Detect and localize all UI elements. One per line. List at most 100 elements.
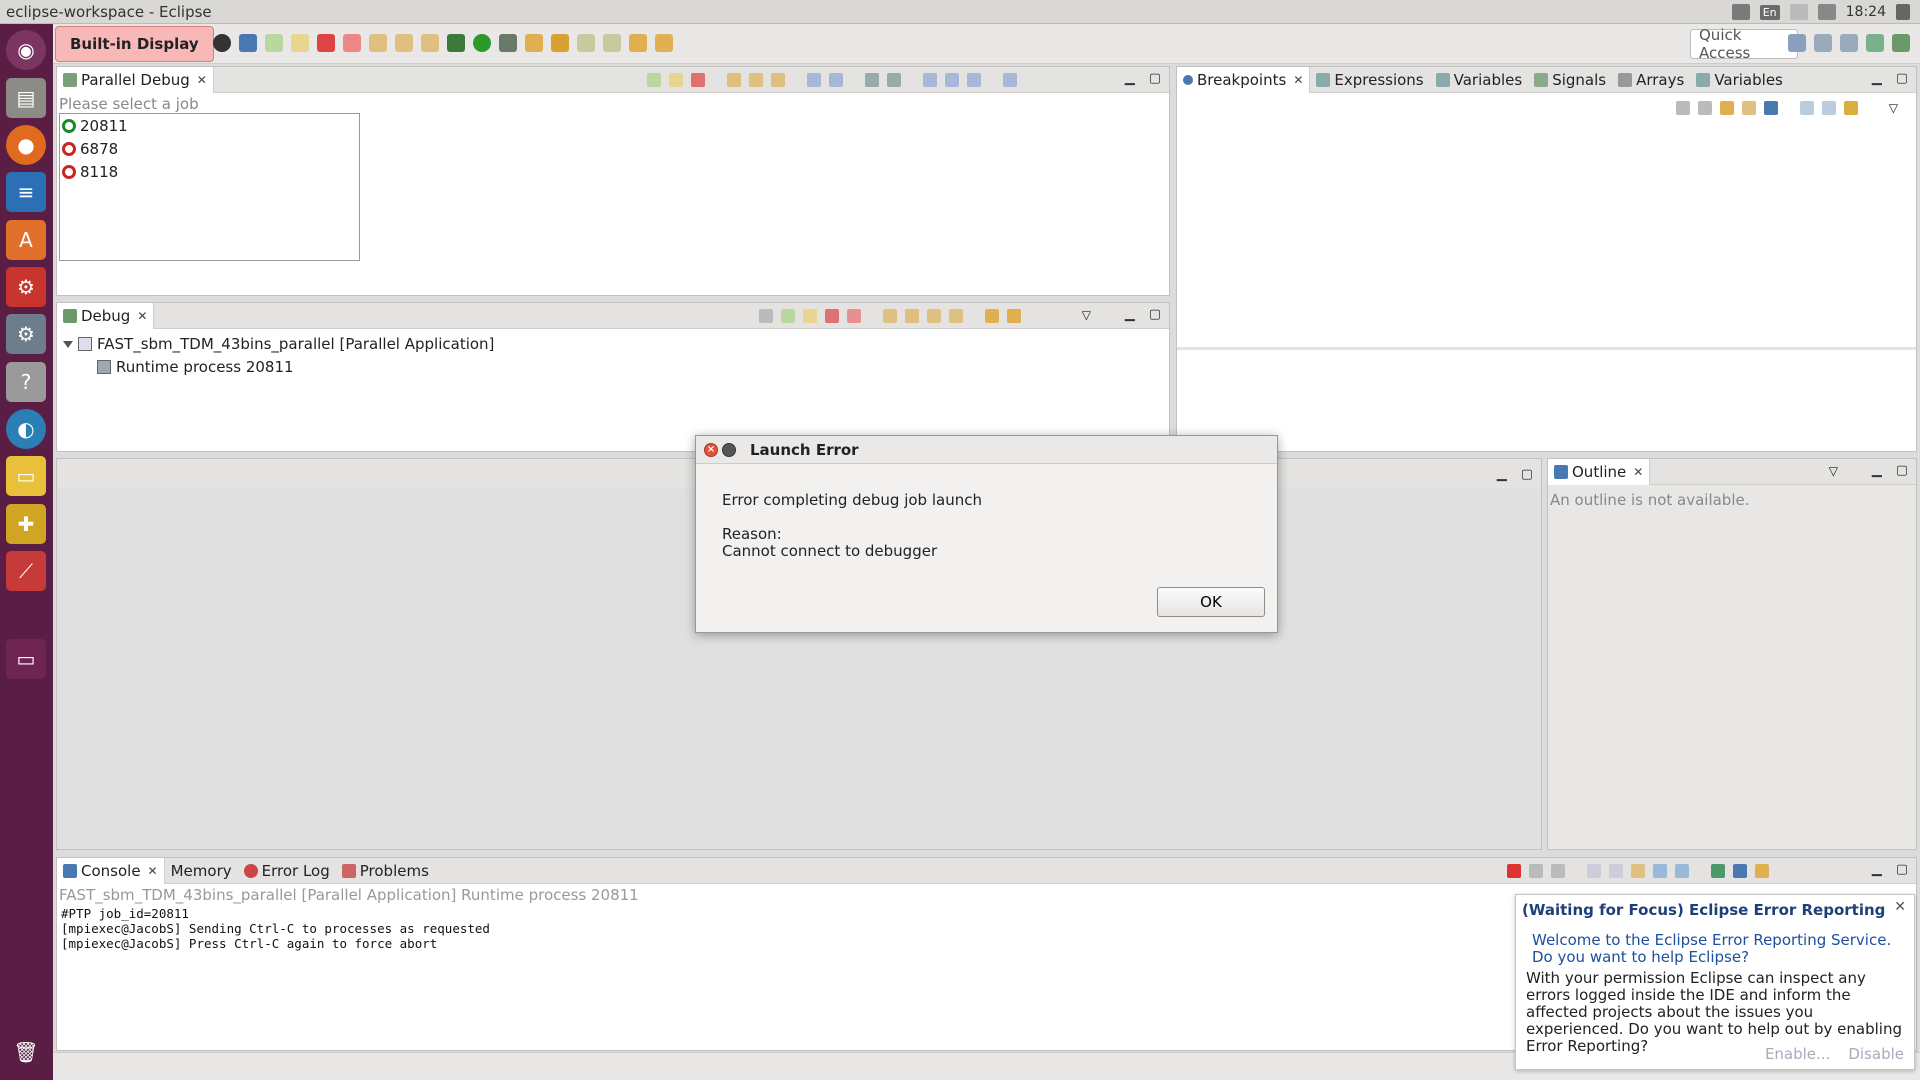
- maximize-icon[interactable]: ▢: [1896, 862, 1908, 877]
- prev-annotation-icon[interactable]: [603, 34, 621, 52]
- ubuntu-logo-icon[interactable]: ◉: [6, 30, 46, 70]
- perspective-debug-icon[interactable]: [1892, 34, 1910, 52]
- tree-item-process[interactable]: Runtime process 20811: [97, 358, 294, 376]
- link-icon[interactable]: [1844, 101, 1858, 115]
- resume-icon[interactable]: [265, 34, 283, 52]
- close-icon[interactable]: ✕: [148, 864, 158, 878]
- view-menu-icon[interactable]: ▽: [1889, 101, 1898, 115]
- tab-arrays[interactable]: Arrays: [1612, 67, 1690, 93]
- drop-to-frame-icon[interactable]: [949, 309, 963, 323]
- resume-job-icon[interactable]: [647, 73, 661, 87]
- tab-parallel-debug[interactable]: Parallel Debug ✕: [57, 66, 214, 93]
- set-icon[interactable]: [807, 73, 821, 87]
- remove-all-breakpoints-icon[interactable]: [1698, 101, 1712, 115]
- word-wrap-icon[interactable]: [1631, 864, 1645, 878]
- minimize-icon[interactable]: ▁: [1872, 862, 1882, 877]
- terminate-icon[interactable]: [1507, 864, 1521, 878]
- back-icon[interactable]: [629, 34, 647, 52]
- terminate-icon[interactable]: [825, 309, 839, 323]
- minimize-icon[interactable]: ▁: [1497, 467, 1507, 482]
- list-item[interactable]: 20811: [60, 114, 359, 137]
- display-icon[interactable]: ▭: [6, 456, 46, 496]
- open-folder-icon[interactable]: [525, 34, 543, 52]
- pin-console-icon[interactable]: [1711, 864, 1725, 878]
- clear-console-icon[interactable]: [1587, 864, 1601, 878]
- expand-all-icon[interactable]: [1800, 101, 1814, 115]
- browser-icon[interactable]: ◐: [6, 409, 46, 449]
- show-on-stdout-icon[interactable]: [1653, 864, 1667, 878]
- battery-icon[interactable]: [1789, 4, 1808, 20]
- external-tools-icon[interactable]: [499, 34, 517, 52]
- use-step-filters-icon[interactable]: [1007, 309, 1021, 323]
- tab-variables-2[interactable]: Variables: [1690, 67, 1789, 93]
- close-icon[interactable]: ✕: [1894, 899, 1906, 915]
- minimize-icon[interactable]: ▁: [1872, 463, 1882, 478]
- add-to-set-icon[interactable]: [945, 73, 959, 87]
- tab-breakpoints[interactable]: Breakpoints ✕: [1177, 66, 1311, 93]
- help-icon[interactable]: ?: [6, 362, 46, 402]
- quick-access-input[interactable]: Quick Access: [1690, 26, 1798, 62]
- suspend-icon[interactable]: [803, 309, 817, 323]
- tab-variables[interactable]: Variables: [1430, 67, 1529, 93]
- zoom-in-icon[interactable]: [865, 73, 879, 87]
- workspace-icon[interactable]: ▭: [6, 639, 46, 679]
- list-item[interactable]: 8118: [60, 160, 359, 183]
- collapse-all-icon[interactable]: [1822, 101, 1836, 115]
- perspective-parallel-debug-icon[interactable]: [1866, 34, 1884, 52]
- power-gear-icon[interactable]: [1896, 4, 1910, 20]
- enable-link[interactable]: Enable...: [1765, 1045, 1830, 1063]
- files-icon[interactable]: ▤: [6, 78, 46, 118]
- presentation-icon[interactable]: ⟋: [6, 551, 46, 591]
- close-icon[interactable]: ✕: [1293, 73, 1303, 87]
- debug-icon[interactable]: [447, 34, 465, 52]
- suspend-icon[interactable]: [291, 34, 309, 52]
- step-into-icon[interactable]: [883, 309, 897, 323]
- tab-problems[interactable]: Problems: [336, 858, 435, 884]
- disable-link[interactable]: Disable: [1848, 1045, 1904, 1063]
- maximize-icon[interactable]: ▢: [1896, 463, 1908, 478]
- step-into-job-icon[interactable]: [727, 73, 741, 87]
- open-console-icon[interactable]: [1755, 864, 1769, 878]
- software-center-icon[interactable]: A: [6, 220, 46, 260]
- minimize-icon[interactable]: ▁: [1125, 71, 1135, 86]
- expand-arrow-icon[interactable]: [63, 340, 73, 348]
- remove-breakpoint-icon[interactable]: [1676, 101, 1690, 115]
- remove-all-terminated-icon[interactable]: [1551, 864, 1565, 878]
- minimize-icon[interactable]: ▁: [1125, 307, 1135, 322]
- resume-icon[interactable]: [781, 309, 795, 323]
- run-icon[interactable]: [473, 34, 491, 52]
- zoom-out-icon[interactable]: [887, 73, 901, 87]
- step-return-job-icon[interactable]: [771, 73, 785, 87]
- instruction-stepping-icon[interactable]: [985, 309, 999, 323]
- writer-icon[interactable]: ≡: [6, 172, 46, 212]
- show-breakpoints-icon[interactable]: [1720, 101, 1734, 115]
- disconnect-icon[interactable]: [847, 309, 861, 323]
- step-into-icon[interactable]: [369, 34, 387, 52]
- console-icon[interactable]: [239, 34, 257, 52]
- remove-from-set-icon[interactable]: [967, 73, 981, 87]
- remove-launch-icon[interactable]: [1529, 864, 1543, 878]
- tab-outline[interactable]: Outline ✕: [1548, 458, 1651, 485]
- puzzle-icon[interactable]: ✚: [6, 504, 46, 544]
- tab-memory[interactable]: Memory: [165, 858, 238, 884]
- display-console-icon[interactable]: [1733, 864, 1747, 878]
- tab-expressions[interactable]: Expressions: [1310, 67, 1429, 93]
- trash-icon[interactable]: 🗑: [6, 1032, 46, 1072]
- tab-signals[interactable]: Signals: [1528, 67, 1612, 93]
- create-set-icon[interactable]: [923, 73, 937, 87]
- pen-icon[interactable]: [551, 34, 569, 52]
- network-icon[interactable]: [1731, 4, 1750, 20]
- perspective-cpp-icon[interactable]: [1814, 34, 1832, 52]
- forward-icon[interactable]: [655, 34, 673, 52]
- settings-icon[interactable]: ⚙: [6, 267, 46, 307]
- open-perspective-icon[interactable]: [1788, 34, 1806, 52]
- scroll-lock-icon[interactable]: [1609, 864, 1623, 878]
- step-return-icon[interactable]: [421, 34, 439, 52]
- view-menu-icon[interactable]: ▽: [1829, 464, 1838, 478]
- close-icon[interactable]: ✕: [197, 73, 207, 87]
- step-over-icon[interactable]: [905, 309, 919, 323]
- clock[interactable]: 18:24: [1846, 4, 1886, 20]
- tab-console[interactable]: Console ✕: [57, 857, 165, 884]
- step-over-job-icon[interactable]: [749, 73, 763, 87]
- go-to-file-icon[interactable]: [1742, 101, 1756, 115]
